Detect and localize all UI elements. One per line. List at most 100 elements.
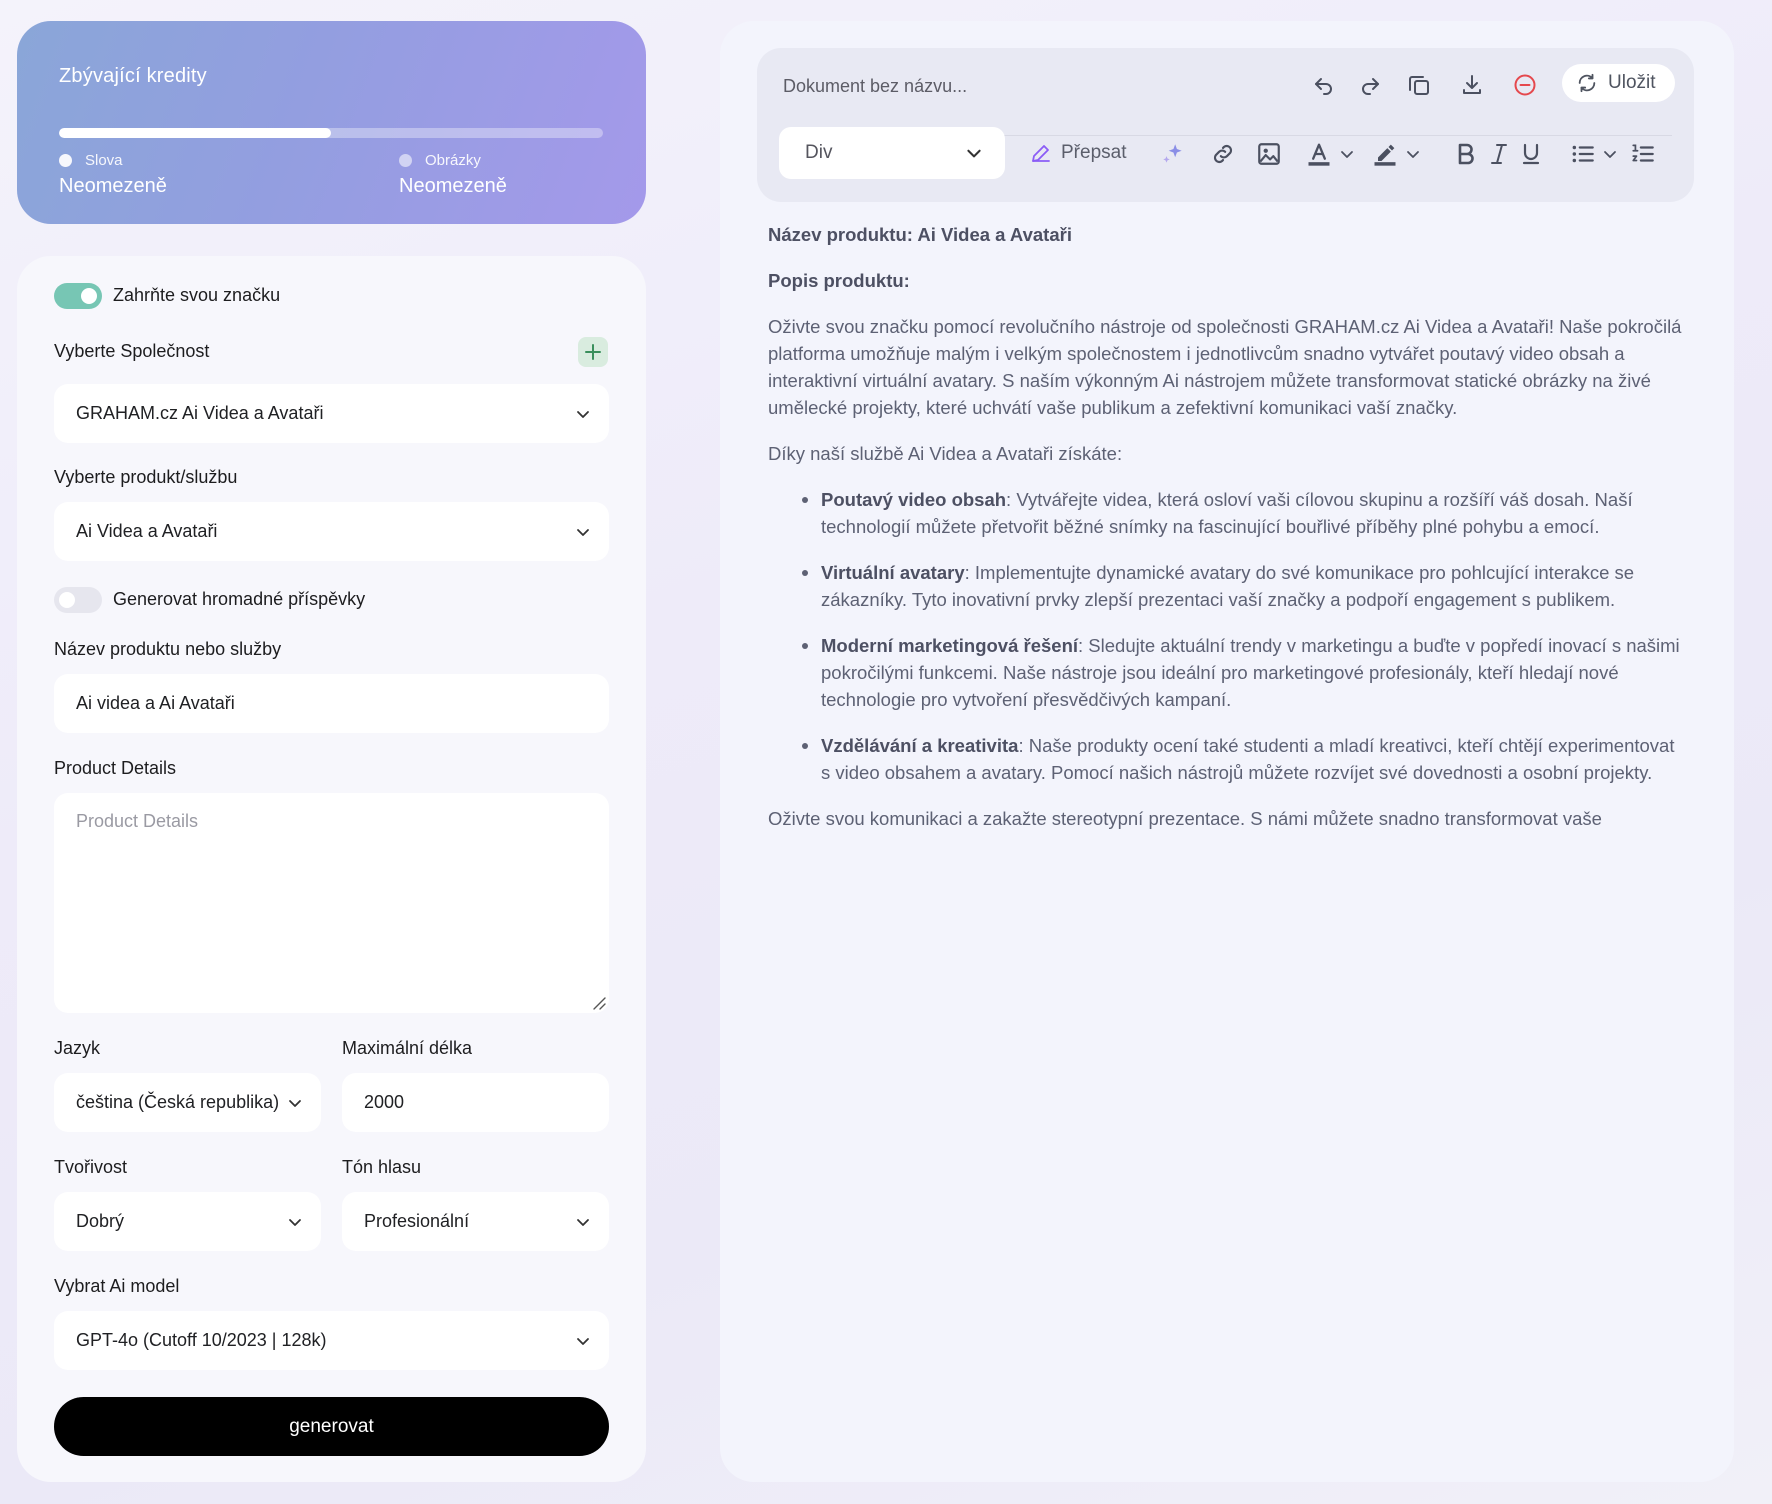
highlight-button[interactable] xyxy=(1369,138,1401,170)
minus-circle-icon xyxy=(1514,74,1536,96)
brand-toggle[interactable] xyxy=(54,283,102,309)
words-value: Neomezeně xyxy=(59,175,167,197)
bold-button[interactable] xyxy=(1451,138,1481,170)
editor-toolbar: Dokument bez názvu... Uložit Div Přepsat xyxy=(757,48,1694,202)
product-name-line: Název produktu: Ai Videa a Avataři xyxy=(768,224,1072,245)
bullet-list-icon xyxy=(1572,145,1594,163)
image-icon xyxy=(1258,143,1280,165)
bold-icon xyxy=(1458,143,1474,165)
product-select[interactable]: Ai Videa a Avataři xyxy=(54,502,609,561)
ai-magic-button[interactable] xyxy=(1157,138,1189,170)
credits-progress-bar xyxy=(59,128,603,138)
product-select-value: Ai Videa a Avataři xyxy=(76,521,218,541)
bulk-posts-toggle[interactable] xyxy=(54,587,102,613)
closing-paragraph: Oživte svou komunikaci a zakažte stereot… xyxy=(768,808,1602,829)
undo-icon xyxy=(1315,78,1332,95)
tone-label: Tón hlasu xyxy=(342,1157,422,1177)
chevron-down-icon xyxy=(289,1100,301,1107)
chevron-down-icon xyxy=(577,1219,589,1226)
images-value: Neomezeně xyxy=(399,175,507,197)
chevron-down-icon xyxy=(1341,151,1353,158)
company-label: Vyberte Společnost xyxy=(54,341,210,361)
text-color-dropdown[interactable] xyxy=(1337,144,1357,164)
words-dot-icon xyxy=(59,154,72,167)
highlighter-icon xyxy=(1374,144,1396,166)
delete-button[interactable] xyxy=(1510,70,1540,100)
save-button[interactable]: Uložit xyxy=(1562,64,1675,102)
language-select-value: čeština (Česká republika) xyxy=(76,1092,280,1112)
text-color-button[interactable] xyxy=(1303,138,1335,170)
product-name-value: Ai videa a Ai Avataři xyxy=(76,693,235,713)
editor-panel: Dokument bez názvu... Uložit Div Přepsat xyxy=(720,21,1734,1482)
product-select-label: Vyberte produkt/službu xyxy=(54,467,238,487)
language-label: Jazyk xyxy=(54,1038,101,1058)
company-select-value: GRAHAM.cz Ai Videa a Avataři xyxy=(76,403,324,423)
document-content[interactable]: Název produktu: Ai Videa a Avataři Popis… xyxy=(768,221,1688,841)
brand-toggle-label: Zahrňte svou značku xyxy=(113,285,281,305)
copy-icon xyxy=(1409,76,1429,95)
underline-button[interactable] xyxy=(1517,138,1545,170)
document-name[interactable]: Dokument bez názvu... xyxy=(783,76,967,97)
copy-button[interactable] xyxy=(1404,70,1434,100)
generate-button[interactable]: generovat xyxy=(54,1397,609,1456)
resize-handle-icon[interactable] xyxy=(590,994,606,1010)
chevron-down-icon xyxy=(577,529,589,536)
text-color-icon xyxy=(1308,143,1330,166)
max-length-input[interactable]: 2000 xyxy=(342,1073,609,1132)
image-button[interactable] xyxy=(1253,138,1285,170)
list-item: Moderní marketingová řešení: Sledujte ak… xyxy=(802,632,1688,713)
words-label: Slova xyxy=(85,152,123,169)
max-length-value: 2000 xyxy=(364,1092,405,1112)
chevron-down-icon xyxy=(1407,151,1419,158)
bullet-list-dropdown[interactable] xyxy=(1600,144,1620,164)
bullet-list-button[interactable] xyxy=(1567,138,1599,170)
product-name-input[interactable]: Ai videa a Ai Avataři xyxy=(54,674,609,733)
redo-button[interactable] xyxy=(1355,70,1385,100)
list-item-title: Virtuální avatary xyxy=(821,562,965,583)
product-details-placeholder: Product Details xyxy=(76,811,199,831)
product-details-label: Product Details xyxy=(54,758,177,778)
highlight-dropdown[interactable] xyxy=(1403,144,1423,164)
company-select[interactable]: GRAHAM.cz Ai Videa a Avataři xyxy=(54,384,609,443)
ai-model-label: Vybrat Ai model xyxy=(54,1276,180,1296)
product-name-label: Název produktu nebo služby xyxy=(54,639,282,659)
chevron-down-icon xyxy=(577,411,589,418)
link-icon xyxy=(1213,144,1233,164)
creativity-label: Tvořivost xyxy=(54,1157,128,1177)
add-company-button[interactable] xyxy=(578,337,608,367)
save-label: Uložit xyxy=(1608,72,1656,93)
numbered-list-icon xyxy=(1632,144,1654,162)
description-heading: Popis produktu: xyxy=(768,270,910,291)
bulk-posts-toggle-label: Generovat hromadné příspěvky xyxy=(113,589,366,609)
chevron-down-icon xyxy=(967,149,981,158)
ai-model-select[interactable]: GPT-4o (Cutoff 10/2023 | 128k) xyxy=(54,1311,609,1370)
list-item-title: Poutavý video obsah xyxy=(821,489,1007,510)
credits-progress-fill xyxy=(59,128,331,138)
tone-select[interactable]: Profesionální xyxy=(342,1192,609,1251)
chevron-down-icon xyxy=(1604,151,1616,158)
creativity-select-value: Dobrý xyxy=(76,1211,125,1231)
download-button[interactable] xyxy=(1457,70,1487,100)
link-button[interactable] xyxy=(1207,138,1239,170)
rewrite-button[interactable]: Přepsat xyxy=(1029,141,1126,165)
credits-card: Zbývající kredity Slova Neomezeně Obrázk… xyxy=(17,21,646,224)
numbered-list-button[interactable] xyxy=(1627,138,1659,170)
product-details-textarea[interactable]: Product Details xyxy=(54,793,609,1013)
pencil-icon xyxy=(1032,145,1050,162)
images-stat: Obrázky Neomezeně xyxy=(399,152,507,198)
list-item: Vzdělávání a kreativita: Naše produkty o… xyxy=(802,732,1688,786)
list-item: Poutavý video obsah: Vytvářejte videa, k… xyxy=(802,486,1688,540)
block-type-select[interactable]: Div xyxy=(779,127,1005,179)
plus-icon xyxy=(585,344,601,360)
chevron-down-icon xyxy=(289,1219,301,1226)
max-length-label: Maximální délka xyxy=(342,1038,473,1058)
underline-icon xyxy=(1522,143,1540,165)
generator-form: Zahrňte svou značku Vyberte Společnost G… xyxy=(17,256,646,1482)
undo-button[interactable] xyxy=(1309,70,1339,100)
chevron-down-icon xyxy=(577,1338,589,1345)
italic-button[interactable] xyxy=(1485,138,1513,170)
tone-select-value: Profesionální xyxy=(364,1211,470,1231)
images-label: Obrázky xyxy=(425,152,481,169)
creativity-select[interactable]: Dobrý xyxy=(54,1192,321,1251)
language-select[interactable]: čeština (Česká republika) xyxy=(54,1073,321,1132)
